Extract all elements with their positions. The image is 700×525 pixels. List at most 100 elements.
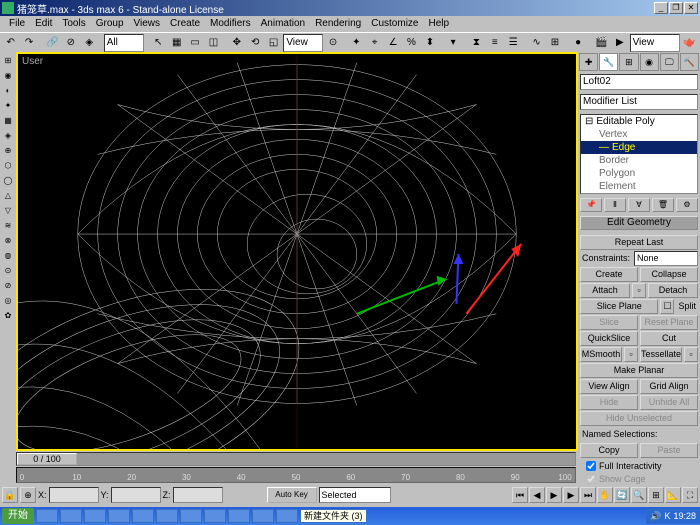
hide-unselected-button[interactable]: Hide Unselected	[580, 411, 698, 426]
maximize-button[interactable]: ❐	[669, 2, 683, 14]
taskbar-item[interactable]	[276, 509, 298, 523]
z-input[interactable]	[173, 487, 223, 503]
render-button[interactable]: 🫖	[681, 34, 698, 52]
left-tool[interactable]: ▦	[1, 114, 15, 128]
config-button[interactable]: ⚙	[676, 198, 698, 212]
left-tool[interactable]: ⊙	[1, 264, 15, 278]
render-scene-button[interactable]: 🎬	[593, 34, 610, 52]
unhide-all-button[interactable]: Unhide All	[640, 395, 698, 410]
stack-vertex[interactable]: Vertex	[581, 128, 697, 141]
left-tool[interactable]: ▽	[1, 204, 15, 218]
tess-opt-button[interactable]: ▫	[684, 347, 698, 362]
taskbar-item[interactable]	[84, 509, 106, 523]
snap-button[interactable]: ⌖	[366, 34, 383, 52]
quickslice-button[interactable]: QuickSlice	[580, 331, 638, 346]
prev-frame-button[interactable]: ◀	[529, 487, 545, 503]
menu-tools[interactable]: Tools	[57, 16, 90, 32]
menu-modifiers[interactable]: Modifiers	[205, 16, 256, 32]
selection-filter[interactable]: All	[104, 34, 144, 52]
viewport[interactable]: User	[16, 52, 578, 451]
align-button[interactable]: ≡	[486, 34, 503, 52]
stack-border[interactable]: Border	[581, 154, 697, 167]
show-result-button[interactable]: Ⅱ	[604, 198, 626, 212]
menu-create[interactable]: Create	[165, 16, 205, 32]
make-unique-button[interactable]: ∀	[628, 198, 650, 212]
stack-element[interactable]: Element	[581, 180, 697, 193]
display-tab[interactable]: 🖵	[660, 53, 679, 71]
left-tool[interactable]: ◯	[1, 174, 15, 188]
modify-tab[interactable]: 🔧	[599, 53, 618, 71]
left-tool[interactable]: ⊞	[1, 54, 15, 68]
make-planar-button[interactable]: Make Planar	[580, 363, 698, 378]
x-input[interactable]	[49, 487, 99, 503]
abs-rel-button[interactable]: ⊕	[20, 487, 36, 503]
tray-icon[interactable]: 🔊	[650, 511, 661, 522]
time-slider[interactable]: 0 / 100	[16, 452, 576, 466]
arc-rotate-button[interactable]: 🔄	[614, 487, 630, 503]
zoom-all-button[interactable]: ⊞	[648, 487, 664, 503]
left-tool[interactable]: ◈	[1, 129, 15, 143]
unlink-button[interactable]: ⊘	[62, 34, 79, 52]
close-button[interactable]: ✕	[684, 2, 698, 14]
goto-end-button[interactable]: ⏭	[580, 487, 596, 503]
create-button[interactable]: Create	[580, 267, 638, 282]
taskbar-item[interactable]	[180, 509, 202, 523]
named-sel-button[interactable]: ▾	[444, 34, 461, 52]
redo-button[interactable]: ↷	[20, 34, 37, 52]
left-tool[interactable]: ≋	[1, 219, 15, 233]
bind-button[interactable]: ◈	[80, 34, 97, 52]
curve-editor-button[interactable]: ∿	[528, 34, 545, 52]
render-type-dropdown[interactable]: View	[630, 34, 680, 52]
left-tool[interactable]: ◉	[1, 69, 15, 83]
stack-root[interactable]: ⊟ Editable Poly	[581, 115, 697, 128]
next-frame-button[interactable]: ▶	[563, 487, 579, 503]
tray-icon[interactable]: K	[664, 511, 670, 521]
undo-button[interactable]: ↶	[2, 34, 19, 52]
material-button[interactable]: ●	[569, 34, 586, 52]
angle-snap-button[interactable]: ∠	[384, 34, 401, 52]
key-mode-dropdown[interactable]: Selected	[319, 487, 391, 503]
mirror-button[interactable]: ⧗	[468, 34, 485, 52]
taskbar-item[interactable]	[156, 509, 178, 523]
slice-button[interactable]: Slice	[580, 315, 638, 330]
cut-button[interactable]: Cut	[640, 331, 698, 346]
slice-plane-button[interactable]: Slice Plane	[580, 299, 658, 314]
max-viewport-button[interactable]: ⛶	[682, 487, 698, 503]
quick-render-button[interactable]: ▶	[611, 34, 628, 52]
play-button[interactable]: ▶	[546, 487, 562, 503]
msmooth-button[interactable]: MSmooth	[580, 347, 622, 362]
hide-selected-button[interactable]: Hide Selected	[580, 395, 638, 410]
grid-align-button[interactable]: Grid Align	[640, 379, 698, 394]
remove-mod-button[interactable]: 🗑	[652, 198, 674, 212]
rotate-button[interactable]: ⟲	[247, 34, 264, 52]
utilities-tab[interactable]: 🔨	[680, 53, 699, 71]
menu-views[interactable]: Views	[129, 16, 166, 32]
detach-button[interactable]: Detach	[648, 283, 698, 298]
stack-edge[interactable]: — Edge	[581, 141, 697, 154]
left-tool[interactable]: ◎	[1, 294, 15, 308]
left-tool[interactable]: ⊘	[1, 279, 15, 293]
taskbar-item[interactable]	[132, 509, 154, 523]
attach-button[interactable]: Attach	[580, 283, 630, 298]
taskbar-item[interactable]	[204, 509, 226, 523]
select-name-button[interactable]: ▦	[168, 34, 185, 52]
minimize-button[interactable]: _	[654, 2, 668, 14]
taskbar-item[interactable]	[108, 509, 130, 523]
pivot-button[interactable]: ⊙	[324, 34, 341, 52]
stack-polygon[interactable]: Polygon	[581, 167, 697, 180]
start-button[interactable]: 开始	[2, 508, 34, 524]
fov-button[interactable]: 📐	[665, 487, 681, 503]
left-tool[interactable]: ⬡	[1, 159, 15, 173]
menu-rendering[interactable]: Rendering	[310, 16, 366, 32]
left-tool[interactable]: ⊕	[1, 144, 15, 158]
modifier-stack[interactable]: ⊟ Editable Poly Vertex — Edge Border Pol…	[580, 114, 698, 194]
reset-plane-button[interactable]: Reset Plane	[640, 315, 698, 330]
constraints-dropdown[interactable]: None	[634, 251, 698, 266]
menu-animation[interactable]: Animation	[256, 16, 310, 32]
autokey-button[interactable]: Auto Key	[267, 487, 317, 503]
time-slider-thumb[interactable]: 0 / 100	[17, 453, 77, 465]
percent-snap-button[interactable]: %	[403, 34, 420, 52]
scale-button[interactable]: ◱	[265, 34, 282, 52]
create-tab[interactable]: ✚	[579, 53, 598, 71]
taskbar-item[interactable]	[60, 509, 82, 523]
